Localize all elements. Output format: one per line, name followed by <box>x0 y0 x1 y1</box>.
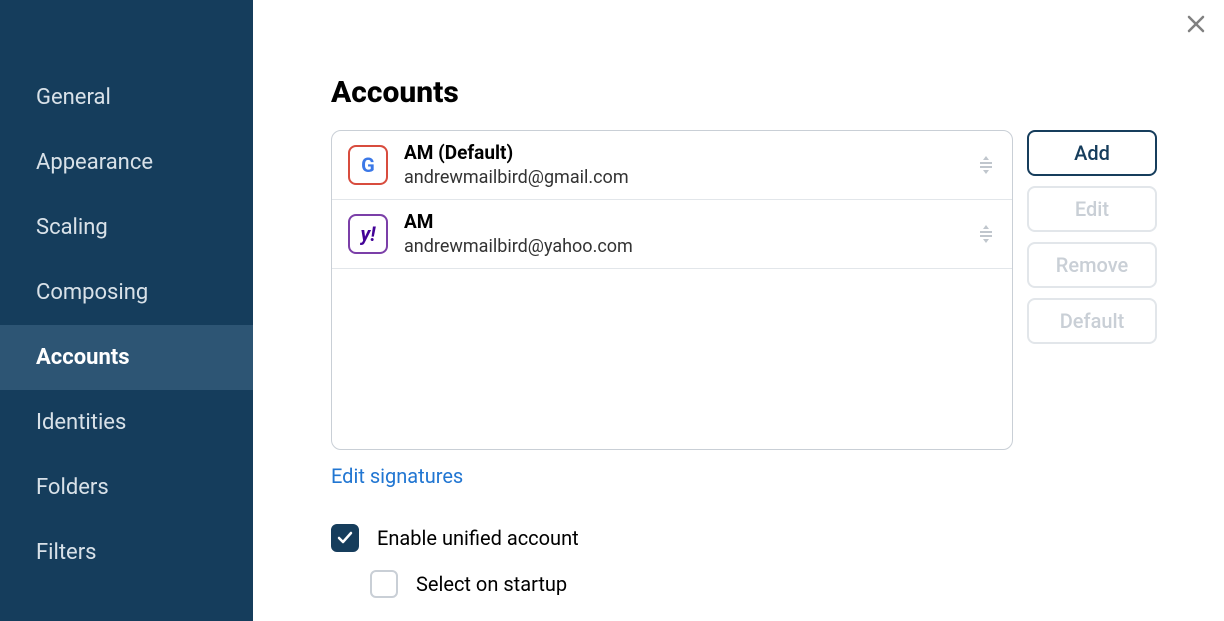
enable-unified-checkbox[interactable] <box>331 524 359 552</box>
select-on-startup-row: Select on startup <box>370 570 1184 598</box>
account-info: AM (Default) andrewmailbird@gmail.com <box>404 141 976 189</box>
sidebar-item-identities[interactable]: Identities <box>0 390 253 455</box>
account-info: AM andrewmailbird@yahoo.com <box>404 210 976 258</box>
account-email: andrewmailbird@gmail.com <box>404 166 976 189</box>
sidebar-item-composing[interactable]: Composing <box>0 260 253 325</box>
reorder-icon <box>978 223 994 245</box>
edit-button[interactable]: Edit <box>1027 186 1157 232</box>
enable-unified-row: Enable unified account <box>331 524 1184 552</box>
accounts-row: G AM (Default) andrewmailbird@gmail.com … <box>331 130 1184 450</box>
select-on-startup-checkbox[interactable] <box>370 570 398 598</box>
remove-button[interactable]: Remove <box>1027 242 1157 288</box>
select-on-startup-label: Select on startup <box>416 572 567 596</box>
account-row[interactable]: y! AM andrewmailbird@yahoo.com <box>332 200 1012 269</box>
close-icon <box>1186 14 1206 34</box>
sidebar-item-folders[interactable]: Folders <box>0 455 253 520</box>
settings-sidebar: General Appearance Scaling Composing Acc… <box>0 0 253 621</box>
account-email: andrewmailbird@yahoo.com <box>404 235 976 258</box>
close-button[interactable] <box>1186 14 1206 34</box>
provider-icon-yahoo: y! <box>348 214 388 254</box>
reorder-handle[interactable] <box>976 154 996 176</box>
reorder-handle[interactable] <box>976 223 996 245</box>
sidebar-item-appearance[interactable]: Appearance <box>0 130 253 195</box>
sidebar-item-general[interactable]: General <box>0 65 253 130</box>
accounts-list: G AM (Default) andrewmailbird@gmail.com … <box>331 130 1013 450</box>
edit-signatures-link[interactable]: Edit signatures <box>331 464 463 488</box>
account-action-buttons: Add Edit Remove Default <box>1027 130 1157 344</box>
account-row[interactable]: G AM (Default) andrewmailbird@gmail.com <box>332 131 1012 200</box>
account-name: AM <box>404 210 976 235</box>
provider-icon-google: G <box>348 145 388 185</box>
account-name: AM (Default) <box>404 141 976 166</box>
main-content: Accounts G AM (Default) andrewmailbird@g… <box>253 0 1224 621</box>
sidebar-item-accounts[interactable]: Accounts <box>0 325 253 390</box>
sidebar-item-scaling[interactable]: Scaling <box>0 195 253 260</box>
enable-unified-label: Enable unified account <box>377 526 579 550</box>
add-button[interactable]: Add <box>1027 130 1157 176</box>
default-button[interactable]: Default <box>1027 298 1157 344</box>
reorder-icon <box>978 154 994 176</box>
sidebar-item-filters[interactable]: Filters <box>0 520 253 585</box>
page-title: Accounts <box>331 75 1184 110</box>
check-icon <box>337 530 353 546</box>
